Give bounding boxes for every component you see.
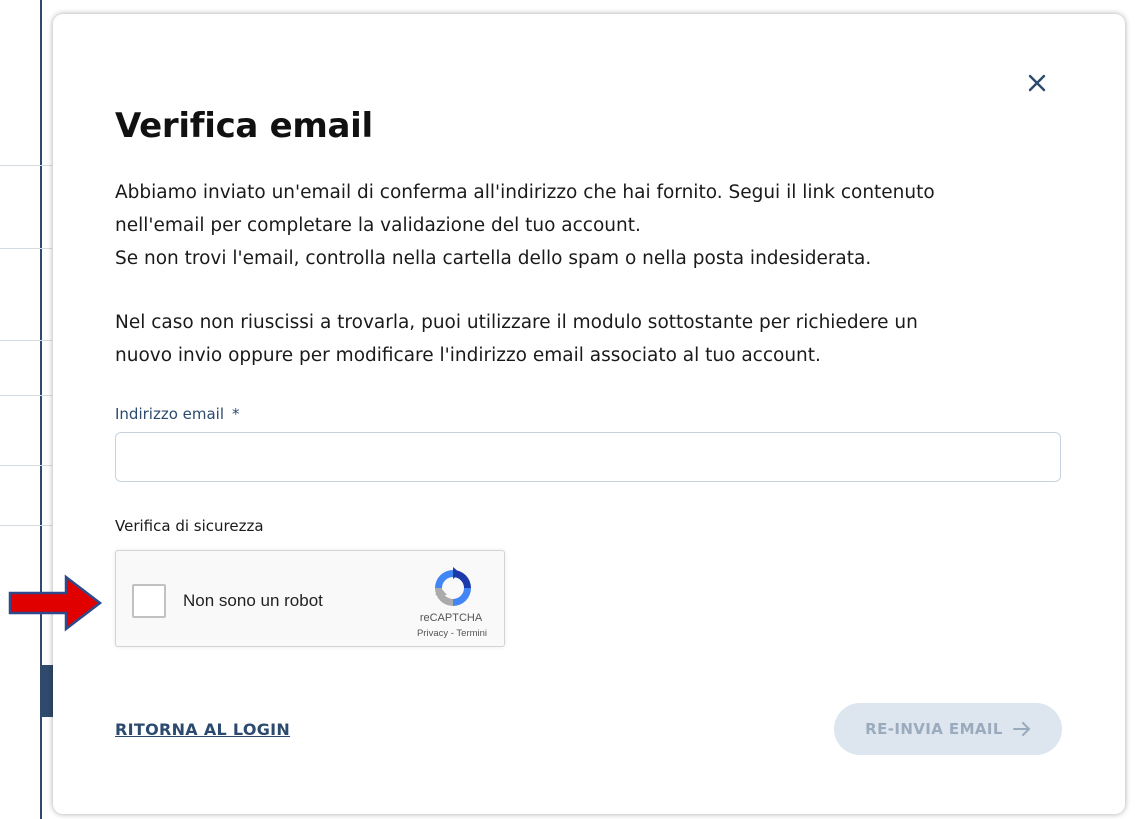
recaptcha-terms-link[interactable]: Termini: [456, 628, 487, 639]
background-divider: [0, 248, 52, 249]
resend-info-line-2: nuovo invio oppure per modificare l'indi…: [115, 345, 821, 366]
annotation-arrow-icon: [8, 574, 103, 632]
recaptcha-brand: reCAPTCHA: [419, 612, 483, 624]
recaptcha-widget: Non sono un robot reCAPTCHA Privacy - Te…: [115, 550, 505, 647]
page-title: Verifica email: [115, 106, 373, 146]
intro-text-line-2: nell'email per completare la validazione…: [115, 215, 641, 236]
background-divider: [0, 340, 52, 341]
background-divider: [0, 525, 52, 526]
intro-text-line-1: Abbiamo inviato un'email di conferma all…: [115, 182, 935, 203]
spam-hint-text: Se non trovi l'email, controlla nella ca…: [115, 248, 872, 269]
recaptcha-logo-icon: [435, 567, 471, 606]
close-button[interactable]: [1022, 68, 1052, 98]
background-divider: [0, 465, 52, 466]
background-divider: [0, 165, 52, 166]
back-to-login-link[interactable]: RITORNA AL LOGIN: [115, 720, 290, 739]
email-label-text: Indirizzo email: [115, 405, 225, 423]
recaptcha-checkbox[interactable]: [132, 584, 166, 618]
required-marker: *: [232, 405, 240, 423]
verify-email-modal: Verifica email Abbiamo inviato un'email …: [53, 14, 1125, 814]
resend-email-button[interactable]: RE-INVIA EMAIL: [834, 703, 1062, 755]
email-field-label: Indirizzo email *: [115, 405, 240, 423]
recaptcha-links: Privacy - Termini: [398, 628, 506, 639]
security-check-label: Verifica di sicurezza: [115, 517, 264, 535]
recaptcha-privacy-link[interactable]: Privacy: [417, 628, 448, 639]
resend-email-label: RE-INVIA EMAIL: [865, 720, 1003, 738]
background-divider: [0, 395, 52, 396]
email-field[interactable]: [115, 432, 1061, 482]
resend-info-line-1: Nel caso non riuscissi a trovarla, puoi …: [115, 312, 918, 333]
background-divider: [1125, 0, 1135, 819]
background-button: [40, 665, 53, 717]
arrow-right-icon: [1012, 722, 1030, 736]
close-icon: [1028, 74, 1046, 92]
recaptcha-label: Non sono un robot: [183, 591, 323, 610]
